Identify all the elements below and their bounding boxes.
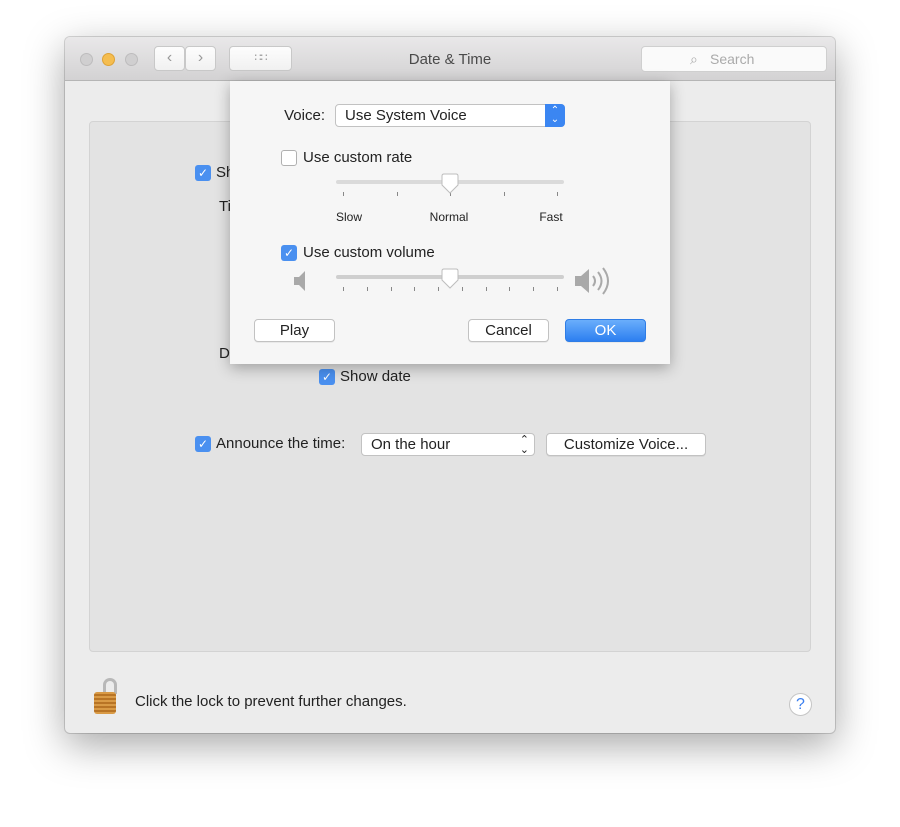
announce-select[interactable]: On the hour ⌃ ⌄ bbox=[361, 433, 535, 456]
rate-tick-label: Normal bbox=[429, 210, 469, 224]
volume-high-icon bbox=[575, 267, 609, 295]
custom-rate-checkbox[interactable] bbox=[281, 150, 297, 166]
slider-tick bbox=[509, 287, 511, 291]
voice-value: Use System Voice bbox=[345, 107, 467, 124]
search-icon: ⌕ bbox=[690, 51, 698, 67]
customize-voice-button[interactable]: Customize Voice... bbox=[546, 433, 706, 456]
announce-checkbox[interactable]: ✓ bbox=[195, 436, 211, 452]
announce-value: On the hour bbox=[371, 436, 451, 453]
slider-tick bbox=[503, 192, 505, 196]
voice-select[interactable]: Use System Voice ⌃ ⌄ bbox=[335, 104, 565, 127]
custom-rate-label: Use custom rate bbox=[303, 149, 413, 166]
customize-voice-sheet: Voice: Use System Voice ⌃ ⌄ Use custom ra… bbox=[230, 81, 670, 364]
show-date-checkbox[interactable]: ✓ bbox=[319, 369, 335, 385]
custom-volume-checkbox[interactable]: ✓ bbox=[281, 245, 297, 261]
help-button[interactable]: ? bbox=[789, 693, 812, 716]
search-input[interactable]: ⌕ Search bbox=[641, 46, 827, 72]
date-label: D bbox=[219, 345, 230, 362]
custom-volume-label: Use custom volume bbox=[303, 244, 435, 261]
slider-tick bbox=[343, 287, 344, 291]
slider-tick bbox=[533, 287, 535, 291]
volume-slider[interactable] bbox=[336, 268, 564, 295]
slider-tick bbox=[390, 287, 392, 291]
slider-tick bbox=[557, 287, 558, 291]
cancel-button[interactable]: Cancel bbox=[468, 319, 549, 342]
voice-label: Voice: bbox=[284, 107, 325, 124]
slider-thumb[interactable] bbox=[440, 173, 460, 195]
chevron-updown-icon: ⌃ ⌄ bbox=[519, 434, 529, 456]
play-button[interactable]: Play bbox=[254, 319, 335, 342]
volume-low-icon bbox=[294, 271, 305, 291]
rate-slider[interactable] bbox=[336, 173, 564, 200]
rate-tick-label: Fast bbox=[539, 210, 563, 224]
chevron-updown-icon: ⌃ ⌄ bbox=[545, 104, 565, 127]
search-placeholder: Search bbox=[710, 51, 755, 67]
show-checkbox[interactable]: ✓ bbox=[195, 165, 211, 181]
slider-tick bbox=[343, 192, 344, 196]
slider-tick bbox=[366, 287, 368, 291]
slider-tick bbox=[557, 192, 558, 196]
slider-tick bbox=[461, 287, 463, 291]
slider-tick bbox=[485, 287, 487, 291]
ok-button[interactable]: OK bbox=[565, 319, 646, 342]
lock-icon[interactable] bbox=[94, 678, 120, 714]
slider-thumb[interactable] bbox=[440, 268, 460, 290]
lock-text: Click the lock to prevent further change… bbox=[135, 693, 407, 710]
announce-label: Announce the time: bbox=[216, 435, 346, 452]
rate-tick-label: Slow bbox=[335, 210, 362, 224]
slider-tick bbox=[438, 287, 440, 291]
show-date-label: Show date bbox=[340, 368, 411, 385]
titlebar: ‹ › ∷∷ Date & Time ⌕ Search bbox=[65, 37, 835, 81]
slider-tick bbox=[414, 287, 416, 291]
slider-tick bbox=[396, 192, 398, 196]
